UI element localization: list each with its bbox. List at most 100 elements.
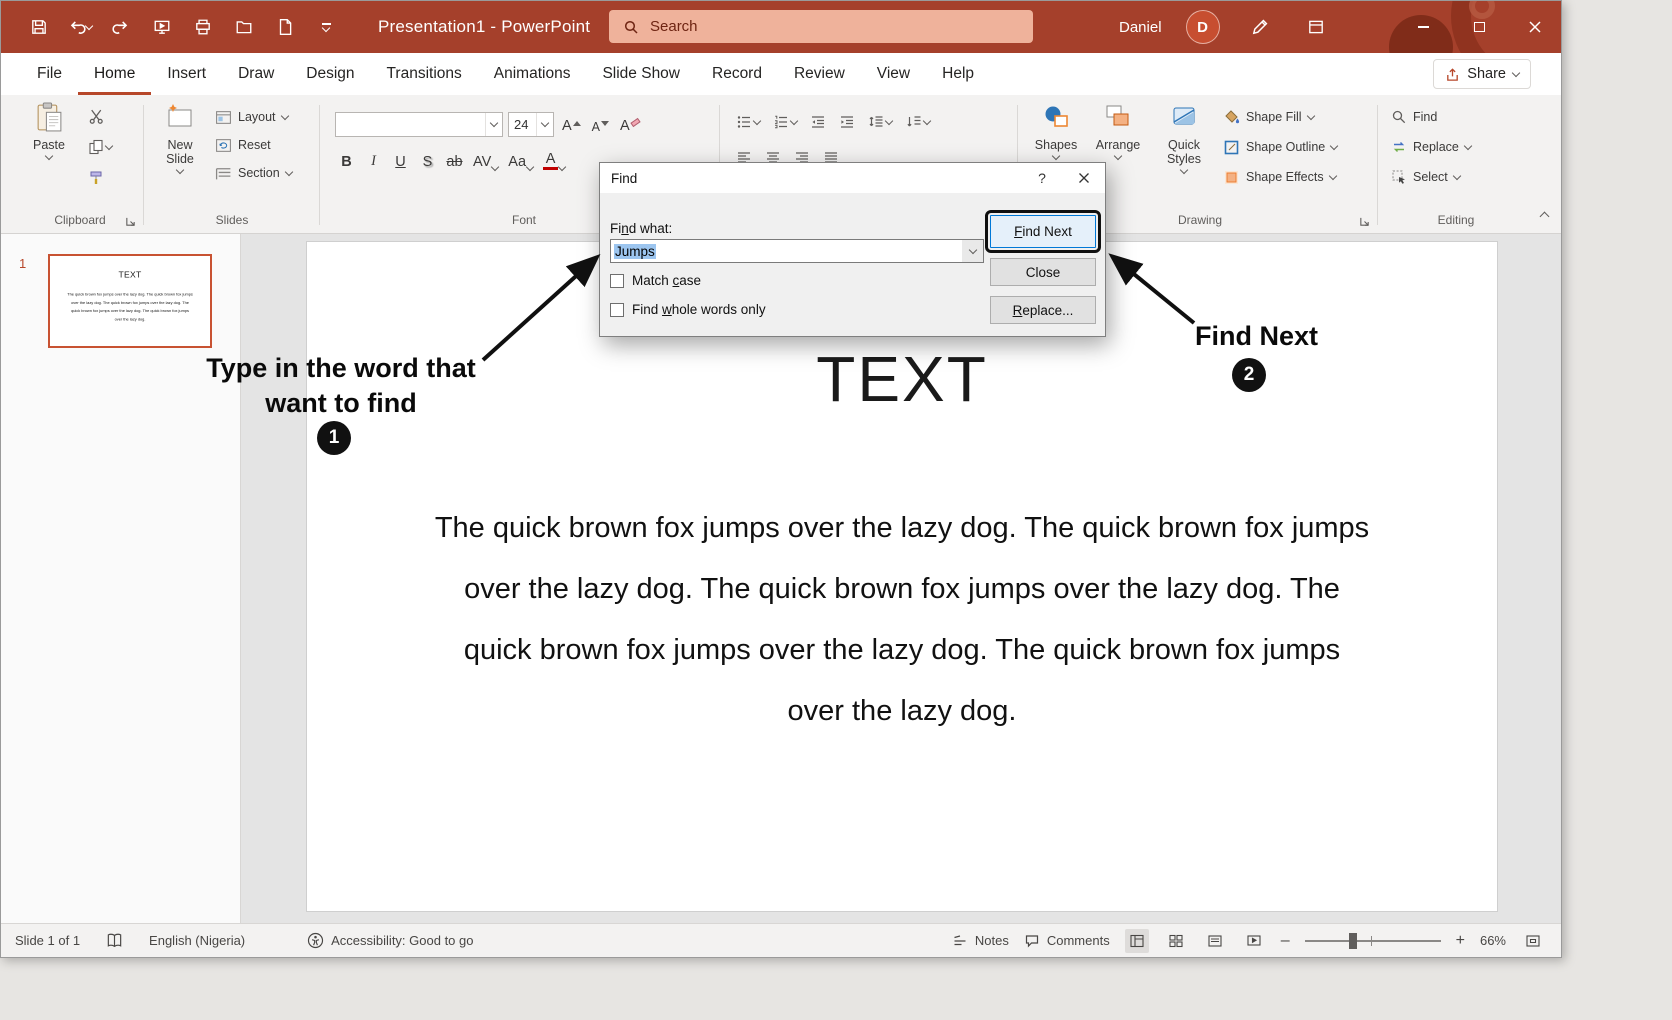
font-name-dropdown-icon[interactable] xyxy=(485,113,502,136)
slide-thumbnail[interactable]: TEXT The quick brown fox jumps over the … xyxy=(48,254,212,348)
shape-outline-button[interactable]: Shape Outline xyxy=(1223,133,1337,161)
tab-animations[interactable]: Animations xyxy=(478,53,587,95)
find-what-dropdown[interactable] xyxy=(962,239,984,263)
spell-check-button[interactable] xyxy=(106,932,123,949)
zoom-slider[interactable] xyxy=(1305,940,1441,942)
find-dialog-titlebar[interactable]: Find ? xyxy=(600,163,1105,193)
fit-to-window-button[interactable] xyxy=(1521,929,1545,953)
zoom-percentage[interactable]: 66% xyxy=(1480,933,1506,948)
tab-slide-show[interactable]: Slide Show xyxy=(586,53,696,95)
close-button[interactable] xyxy=(1507,1,1561,53)
copy-button[interactable] xyxy=(83,134,117,160)
find-dialog-close-button[interactable] xyxy=(1063,163,1105,193)
font-size-dropdown-icon[interactable] xyxy=(536,113,553,136)
format-painter-button[interactable] xyxy=(83,165,109,191)
dialog-replace-button[interactable]: Replace... xyxy=(990,296,1096,324)
cut-button[interactable] xyxy=(83,103,109,129)
drawing-dialog-launcher[interactable] xyxy=(1359,216,1370,227)
arrange-button[interactable]: Arrange xyxy=(1089,99,1147,159)
avatar[interactable]: D xyxy=(1186,10,1220,44)
redo-button[interactable] xyxy=(105,11,137,43)
quick-access-toolbar xyxy=(23,1,342,53)
slide-show-view-button[interactable] xyxy=(1242,929,1266,953)
normal-view-button[interactable] xyxy=(1125,929,1149,953)
language-indicator[interactable]: English (Nigeria) xyxy=(149,933,245,948)
tab-home[interactable]: Home xyxy=(78,53,151,95)
share-button[interactable]: Share xyxy=(1433,59,1531,89)
new-slide-button[interactable]: New Slide xyxy=(151,99,209,173)
layout-button[interactable]: Layout xyxy=(215,103,292,131)
zoom-slider-thumb[interactable] xyxy=(1349,933,1357,949)
zoom-out-button[interactable]: – xyxy=(1281,933,1290,949)
reading-view-button[interactable] xyxy=(1203,929,1227,953)
font-name-combo[interactable] xyxy=(335,112,503,137)
collapse-ribb[interactable] xyxy=(1541,209,1548,223)
tab-help[interactable]: Help xyxy=(926,53,990,95)
draw-ink-button[interactable] xyxy=(1244,11,1276,43)
comments-button[interactable]: Comments xyxy=(1024,933,1110,949)
decrease-font-button[interactable]: A xyxy=(589,111,612,137)
bold-button[interactable]: B xyxy=(335,147,358,173)
open-button[interactable] xyxy=(228,11,260,43)
select-button[interactable]: Select xyxy=(1391,163,1471,191)
new-file-button[interactable] xyxy=(269,11,301,43)
tab-design[interactable]: Design xyxy=(290,53,370,95)
tab-transitions[interactable]: Transitions xyxy=(371,53,478,95)
tab-insert[interactable]: Insert xyxy=(151,53,222,95)
search-box[interactable]: Search xyxy=(609,10,1033,43)
save-button[interactable] xyxy=(23,11,55,43)
shape-effects-button[interactable]: Shape Effects xyxy=(1223,163,1337,191)
find-button[interactable]: Find xyxy=(1391,103,1471,131)
section-label: Section xyxy=(238,166,280,180)
tab-view[interactable]: View xyxy=(861,53,926,95)
whole-words-checkbox[interactable]: Find whole words only xyxy=(610,302,766,317)
character-spacing-button[interactable]: AV xyxy=(470,147,501,173)
bullets-button[interactable] xyxy=(731,109,765,135)
italic-button[interactable]: I xyxy=(362,147,385,173)
change-case-button[interactable]: Aa xyxy=(505,147,536,173)
section-button[interactable]: Section xyxy=(215,159,292,187)
find-dialog-help-button[interactable]: ? xyxy=(1021,163,1063,193)
tab-file[interactable]: File xyxy=(21,53,78,95)
tab-review[interactable]: Review xyxy=(778,53,861,95)
maximize-button[interactable] xyxy=(1451,1,1507,53)
ribbon-display-options-button[interactable] xyxy=(1300,11,1332,43)
slide-editor[interactable]: TEXT The quick brown fox jumps over the … xyxy=(307,242,1497,911)
text-shadow-button[interactable]: S xyxy=(416,147,439,173)
shape-fill-button[interactable]: Shape Fill xyxy=(1223,103,1337,131)
decrease-indent-button[interactable] xyxy=(805,109,831,135)
customize-qat-button[interactable] xyxy=(310,11,342,43)
match-case-checkbox[interactable]: Match case xyxy=(610,273,701,288)
notes-button[interactable]: Notes xyxy=(952,933,1009,949)
clipboard-dialog-launcher[interactable] xyxy=(125,216,136,227)
increase-indent-button[interactable] xyxy=(834,109,860,135)
line-spacing-button[interactable] xyxy=(863,109,897,135)
quick-print-button[interactable] xyxy=(187,11,219,43)
increase-font-button[interactable]: A xyxy=(559,111,584,137)
replace-button[interactable]: Replace xyxy=(1391,133,1471,161)
arrange-icon xyxy=(1104,99,1132,135)
find-next-button[interactable]: Find Next xyxy=(990,215,1096,248)
slide-body-text[interactable]: The quick brown fox jumps over the lazy … xyxy=(307,498,1497,742)
paste-button[interactable]: Paste xyxy=(21,99,77,159)
zoom-in-button[interactable]: + xyxy=(1456,933,1465,949)
font-color-button[interactable]: A xyxy=(540,147,568,173)
minimize-button[interactable] xyxy=(1395,1,1451,53)
underline-button[interactable]: U xyxy=(389,147,412,173)
strikethrough-button[interactable]: ab xyxy=(443,147,466,173)
find-what-input[interactable]: Jumps xyxy=(610,239,963,263)
dialog-close-button[interactable]: Close xyxy=(990,258,1096,286)
accessibility-checker[interactable]: Accessibility: Good to go xyxy=(307,932,473,949)
text-direction-button[interactable] xyxy=(900,109,936,135)
shapes-button[interactable]: Shapes xyxy=(1027,99,1085,159)
reset-button[interactable]: Reset xyxy=(215,131,292,159)
tab-record[interactable]: Record xyxy=(696,53,778,95)
undo-button[interactable] xyxy=(64,11,96,43)
start-slideshow-button[interactable] xyxy=(146,11,178,43)
slide-sorter-view-button[interactable] xyxy=(1164,929,1188,953)
font-size-combo[interactable]: 24 xyxy=(508,112,554,137)
quick-styles-button[interactable]: Quick Styles xyxy=(1153,99,1215,173)
clear-formatting-button[interactable]: A xyxy=(617,111,643,137)
tab-draw[interactable]: Draw xyxy=(222,53,290,95)
numbering-button[interactable] xyxy=(768,109,802,135)
